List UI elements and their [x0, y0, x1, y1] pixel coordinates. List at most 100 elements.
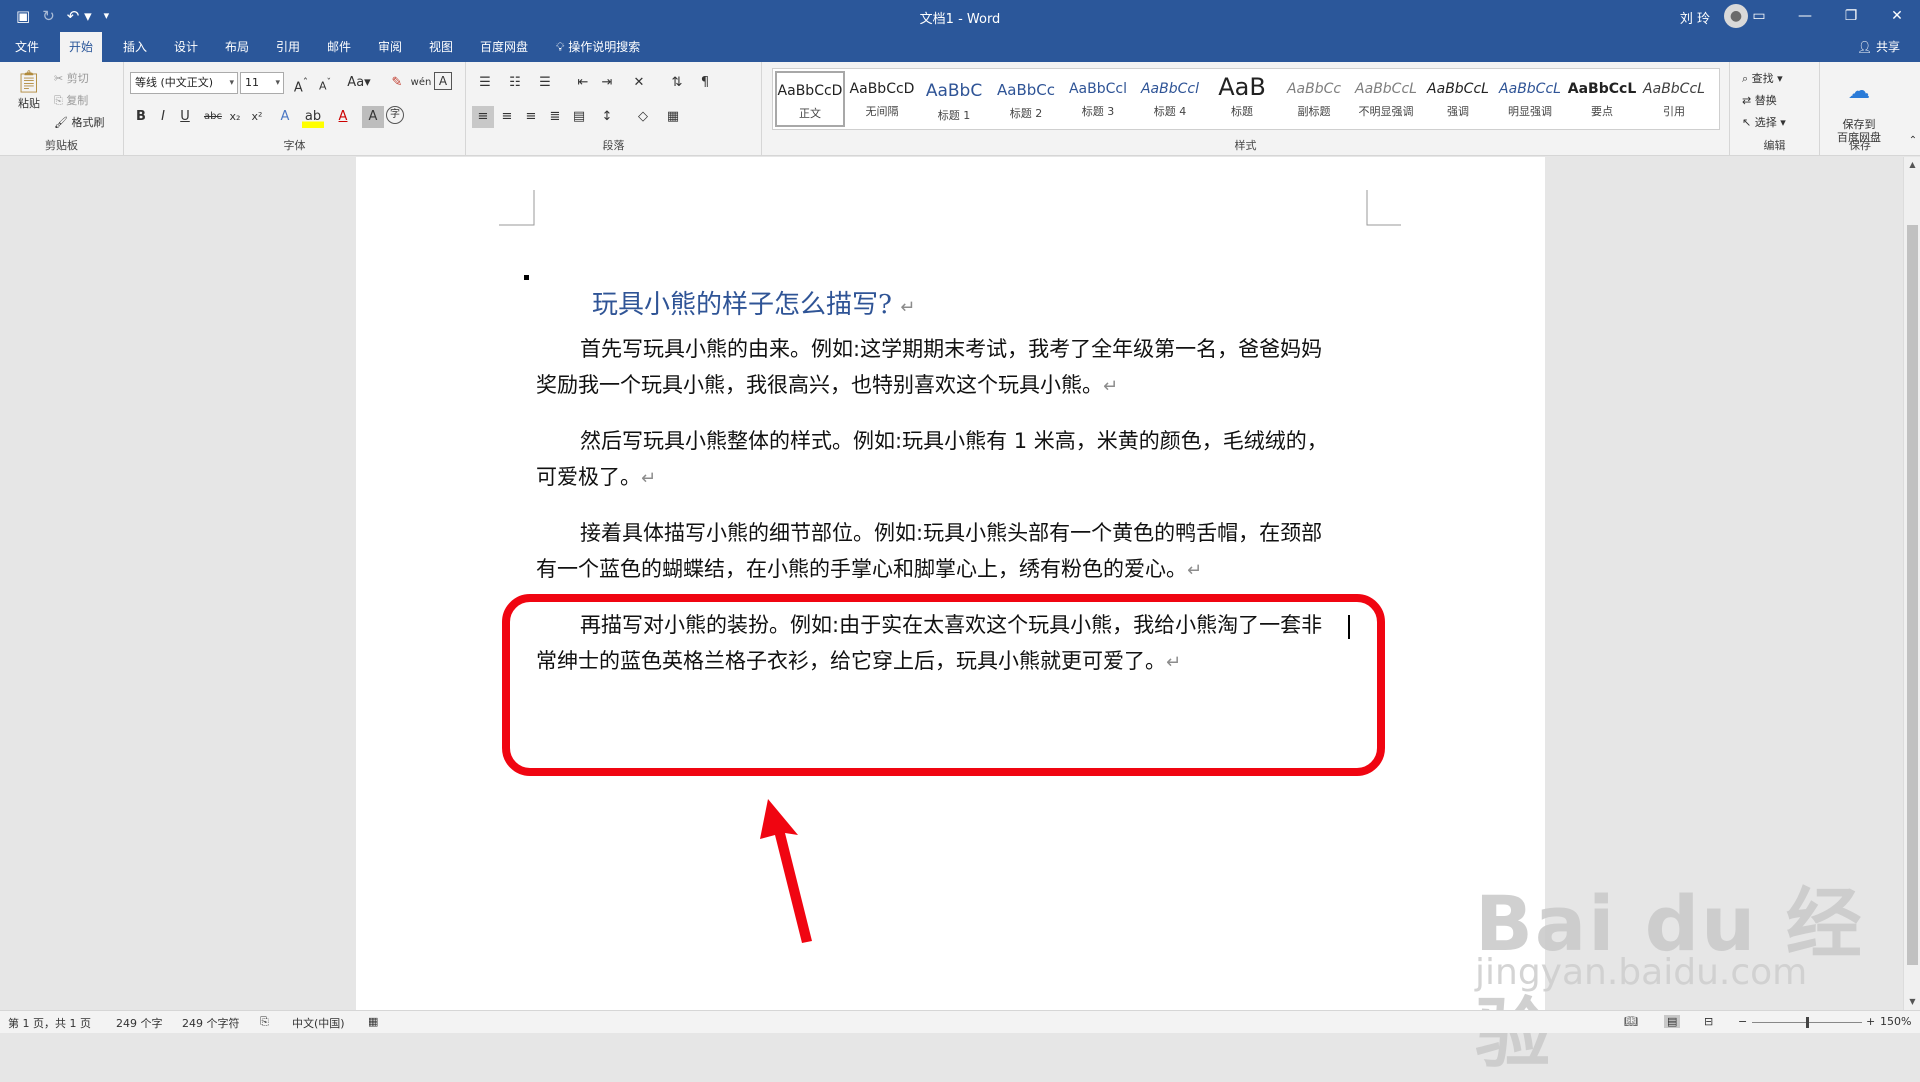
- style-item[interactable]: AaBbCcL 强调: [1423, 71, 1493, 127]
- style-item[interactable]: AaBbCcL 不明显强调: [1351, 71, 1421, 127]
- share-button[interactable]: 👤︎ 共享: [1857, 32, 1900, 62]
- zoom-level[interactable]: 150%: [1880, 1015, 1911, 1028]
- web-layout-icon[interactable]: ⊟: [1704, 1015, 1713, 1028]
- clear-formatting-icon[interactable]: ✎: [386, 72, 408, 94]
- document-page[interactable]: 玩具小熊的样子怎么描写? ↵ 首先写玩具小熊的由来。例如:这学期期末考试，我考了…: [356, 157, 1545, 1010]
- increase-indent-icon[interactable]: ⇥: [596, 72, 618, 94]
- print-layout-icon[interactable]: ▤: [1664, 1015, 1681, 1028]
- justify-icon[interactable]: ≣: [544, 106, 566, 128]
- strikethrough-icon[interactable]: abc: [202, 106, 224, 128]
- align-center-icon[interactable]: ≡: [496, 106, 518, 128]
- style-item[interactable]: AaBbCcD 正文: [775, 71, 845, 127]
- language[interactable]: 中文(中国): [292, 1015, 345, 1031]
- scrollbar-thumb[interactable]: [1907, 225, 1918, 965]
- scroll-down-icon[interactable]: ▼: [1904, 994, 1920, 1010]
- style-item[interactable]: AaBbCc 标题 2: [991, 71, 1061, 127]
- style-item[interactable]: AaBbC 标题 1: [919, 71, 989, 127]
- style-item[interactable]: AaBbCcl 标题 3: [1063, 71, 1133, 127]
- grow-font-icon[interactable]: Aˆ: [290, 72, 312, 95]
- style-item[interactable]: AaBbCc 副标题: [1279, 71, 1349, 127]
- multilevel-list-icon[interactable]: ☰: [534, 72, 556, 94]
- tab-baidu-netdisk[interactable]: 百度网盘: [471, 32, 537, 62]
- character-shading-icon[interactable]: A: [362, 106, 384, 128]
- char-count[interactable]: 249 个字符: [182, 1015, 240, 1031]
- copy-button[interactable]: ⎘ 复制: [54, 92, 88, 108]
- shrink-font-icon[interactable]: Aˇ: [314, 72, 336, 94]
- format-painter-button[interactable]: 🖌︎ 格式刷: [54, 114, 104, 130]
- tab-file[interactable]: 文件: [6, 32, 48, 62]
- phonetic-guide-icon[interactable]: wén: [410, 72, 432, 94]
- borders-icon[interactable]: ▦: [662, 106, 684, 128]
- line-spacing-icon[interactable]: ↕: [596, 106, 618, 128]
- style-item[interactable]: AaB 标题: [1207, 71, 1277, 127]
- paste-button[interactable]: 📋︎ 粘贴: [12, 70, 46, 111]
- paragraph-1[interactable]: 首先写玩具小熊的由来。例如:这学期期末考试，我考了全年级第一名，爸爸妈妈奖励我一…: [536, 331, 1336, 405]
- tab-references[interactable]: 引用: [267, 32, 309, 62]
- tab-layout[interactable]: 布局: [216, 32, 258, 62]
- user-name[interactable]: 刘 玲: [1680, 8, 1710, 27]
- restore-icon[interactable]: ❐: [1828, 0, 1874, 32]
- italic-icon[interactable]: I: [152, 106, 174, 128]
- replace-button[interactable]: ⇄ 替换: [1742, 92, 1777, 108]
- page-count[interactable]: 第 1 页，共 1 页: [8, 1015, 91, 1031]
- proofing-icon[interactable]: ⎘: [260, 1015, 269, 1029]
- style-item[interactable]: AaBbCcL 明显强调: [1495, 71, 1565, 127]
- select-button[interactable]: ↖ 选择 ▾: [1742, 114, 1786, 130]
- align-left-icon[interactable]: ≡: [472, 106, 494, 128]
- close-icon[interactable]: ✕: [1874, 0, 1920, 32]
- cut-button[interactable]: ✂ 剪切: [54, 70, 89, 86]
- minimize-icon[interactable]: —: [1782, 0, 1828, 32]
- style-item[interactable]: AaBbCcL 引用: [1639, 71, 1709, 127]
- tab-mailings[interactable]: 邮件: [318, 32, 360, 62]
- scroll-up-icon[interactable]: ▲: [1904, 157, 1920, 173]
- read-mode-icon[interactable]: 📖︎: [1624, 1015, 1638, 1028]
- heading-text: 玩具小熊的样子怎么描写?: [592, 290, 892, 320]
- zoom-slider-thumb[interactable]: [1806, 1017, 1809, 1028]
- paragraph-3[interactable]: 接着具体描写小熊的细节部位。例如:玩具小熊头部有一个黄色的鸭舌帽，在颈部有一个蓝…: [536, 515, 1336, 589]
- font-size-combo[interactable]: 11 ▾: [240, 72, 284, 94]
- text-effects-icon[interactable]: A: [274, 106, 296, 128]
- word-count[interactable]: 249 个字: [116, 1015, 163, 1031]
- highlight-icon[interactable]: ab: [302, 106, 324, 128]
- ribbon-display-options-icon[interactable]: ▭: [1736, 0, 1782, 32]
- paragraph-2[interactable]: 然后写玩具小熊整体的样式。例如:玩具小熊有 1 米高，米黄的颜色，毛绒绒的，可爱…: [536, 423, 1336, 497]
- find-button[interactable]: ⌕ 查找 ▾: [1742, 70, 1783, 86]
- shading-icon[interactable]: ◇: [632, 106, 654, 128]
- chinese-layout-icon[interactable]: ✕: [628, 72, 650, 94]
- macro-icon[interactable]: ▦: [368, 1015, 378, 1028]
- style-sample: AaBbC: [925, 81, 983, 101]
- style-item[interactable]: AaBbCcL 要点: [1567, 71, 1637, 127]
- font-name-combo[interactable]: 等线 (中文正文) ▾: [130, 72, 238, 94]
- tab-view[interactable]: 视图: [420, 32, 462, 62]
- character-border-icon[interactable]: A: [434, 72, 452, 90]
- underline-icon[interactable]: U: [174, 106, 196, 128]
- subscript-icon[interactable]: x₂: [224, 106, 246, 128]
- show-marks-icon[interactable]: ¶: [694, 72, 716, 94]
- tab-design[interactable]: 设计: [165, 32, 207, 62]
- paste-icon: 📋︎: [15, 70, 43, 95]
- style-item[interactable]: AaBbCcD 无间隔: [847, 71, 917, 127]
- vertical-scrollbar[interactable]: ▲ ▼: [1903, 157, 1920, 1010]
- bullets-icon[interactable]: ☰: [474, 72, 496, 94]
- style-sample: AaBbCcl: [1140, 81, 1199, 97]
- distributed-icon[interactable]: ▤: [568, 106, 590, 128]
- numbering-icon[interactable]: ☷: [504, 72, 526, 94]
- tab-review[interactable]: 审阅: [369, 32, 411, 62]
- tell-me-search[interactable]: 💡︎ 操作说明搜索: [556, 32, 640, 62]
- document-heading[interactable]: 玩具小熊的样子怎么描写? ↵: [592, 284, 915, 321]
- style-item[interactable]: AaBbCcl 标题 4: [1135, 71, 1205, 127]
- superscript-icon[interactable]: x²: [246, 106, 268, 128]
- enclose-characters-icon[interactable]: 字: [386, 106, 404, 124]
- tab-home[interactable]: 开始: [60, 32, 103, 62]
- font-color-icon[interactable]: A: [332, 106, 354, 128]
- change-case-icon[interactable]: Aa▾: [344, 72, 374, 94]
- zoom-in-icon[interactable]: +: [1866, 1015, 1875, 1028]
- decrease-indent-icon[interactable]: ⇤: [572, 72, 594, 94]
- collapse-ribbon-icon[interactable]: ⌃: [1902, 130, 1920, 152]
- sort-icon[interactable]: ⇅: [666, 72, 688, 94]
- style-name: 要点: [1591, 105, 1613, 118]
- tab-insert[interactable]: 插入: [114, 32, 156, 62]
- zoom-out-icon[interactable]: −: [1738, 1015, 1747, 1028]
- align-right-icon[interactable]: ≡: [520, 106, 542, 128]
- bold-icon[interactable]: B: [130, 106, 152, 128]
